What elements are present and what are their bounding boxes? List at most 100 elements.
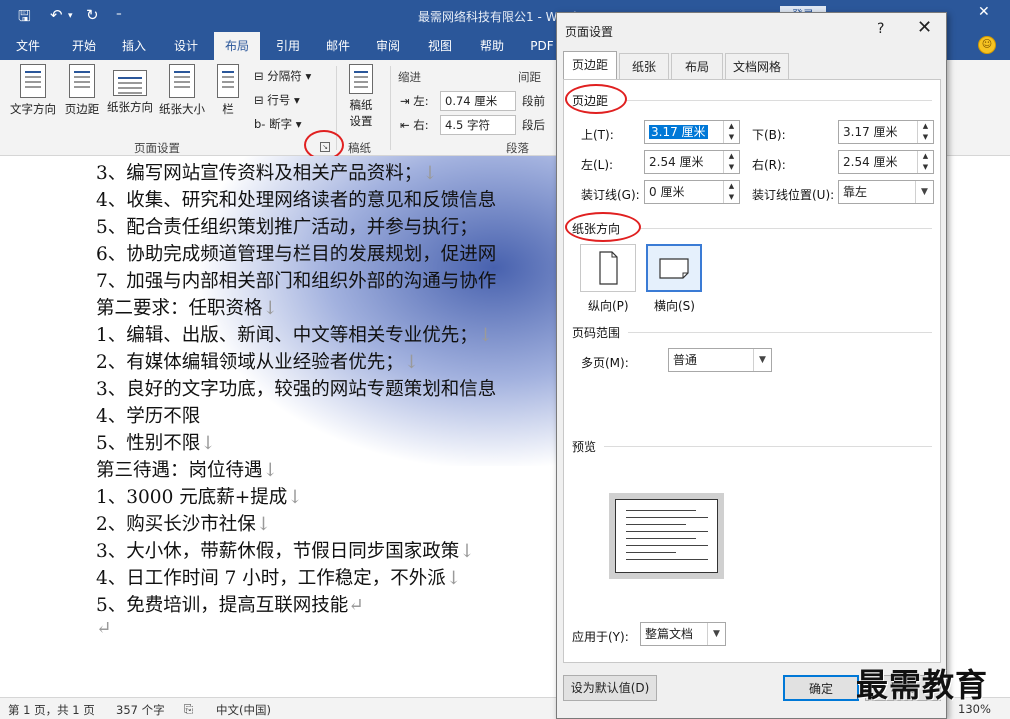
- left-margin-value: 2.54 厘米: [649, 155, 704, 169]
- top-margin-input[interactable]: 3.17 厘米 ▲ ▼: [644, 120, 740, 144]
- gutter-position-value: 靠左: [843, 185, 868, 199]
- tab-document-grid[interactable]: 文档网格: [725, 53, 789, 79]
- ok-button[interactable]: 确定: [783, 675, 859, 701]
- doc-line-text: 1、编辑、出版、新闻、中文等相关专业优先；: [96, 325, 478, 346]
- orientation-button[interactable]: 纸张方向: [104, 64, 156, 115]
- doc-line-text: 2、购买长沙市社保: [96, 514, 256, 535]
- tab-margins[interactable]: 页边距: [563, 51, 617, 80]
- spinner-icon[interactable]: ▲ ▼: [723, 181, 739, 203]
- gutter-value: 0 厘米: [649, 185, 685, 199]
- doc-line-text: 3、良好的文字功底，较强的网站专题策划和信息: [96, 379, 497, 400]
- top-margin-label: 上(T):: [581, 128, 614, 142]
- redo-icon[interactable]: ↻: [86, 6, 99, 24]
- page-count[interactable]: 第 1 页，共 1 页: [8, 702, 95, 718]
- tab-home[interactable]: 开始: [60, 32, 108, 60]
- gutter-position-select[interactable]: 靠左 ▼: [838, 180, 934, 204]
- spinner-icon[interactable]: ▲ ▼: [723, 151, 739, 173]
- doc-line: 4、收集、研究和处理网络读者的意见和反馈信息: [96, 186, 496, 212]
- draft-paper-icon: [349, 64, 373, 94]
- close-icon[interactable]: ✕: [917, 17, 932, 38]
- chevron-down-icon: ▼: [753, 349, 771, 371]
- tab-references[interactable]: 引用: [266, 32, 310, 60]
- indent-title: 缩进: [398, 70, 421, 84]
- indent-right-input[interactable]: 4.5 字符: [440, 115, 516, 135]
- bottom-margin-input[interactable]: 3.17 厘米 ▲ ▼: [838, 120, 934, 144]
- preview-line: [626, 524, 686, 525]
- portrait-label[interactable]: 纵向(P): [588, 297, 629, 314]
- spacing-after-label[interactable]: 段后: [522, 117, 545, 133]
- portrait-option[interactable]: [580, 244, 636, 292]
- doc-line: 第三待遇：岗位待遇↓: [96, 460, 279, 481]
- preview-line: [626, 552, 676, 553]
- tab-mailings[interactable]: 邮件: [316, 32, 360, 60]
- tab-view[interactable]: 视图: [418, 32, 462, 60]
- doc-line: 4、日工作时间 7 小时，工作稳定，不外派↓: [96, 568, 462, 589]
- right-margin-input[interactable]: 2.54 厘米 ▲ ▼: [838, 150, 934, 174]
- spinner-icon[interactable]: ▲ ▼: [917, 151, 933, 173]
- spacing-before-label[interactable]: 段前: [522, 93, 545, 109]
- tab-review[interactable]: 审阅: [366, 32, 410, 60]
- customize-qat-icon[interactable]: ⁼: [116, 9, 122, 22]
- undo-icon[interactable]: ↶: [50, 6, 63, 24]
- draft-paper-button[interactable]: 稿纸设置: [344, 64, 378, 129]
- group-page-setup-label: 页面设置: [134, 141, 180, 155]
- text-direction-button[interactable]: 文字方向: [6, 64, 60, 117]
- tab-insert[interactable]: 插入: [112, 32, 156, 60]
- indent-left-label: ⇥ 左:: [400, 94, 429, 108]
- doc-line-text: 第二要求：任职资格: [96, 298, 263, 319]
- feedback-smiley-icon[interactable]: ☺: [978, 36, 996, 54]
- set-default-button[interactable]: 设为默认值(D): [563, 675, 657, 701]
- spinner-icon[interactable]: ▲ ▼: [917, 121, 933, 143]
- margins-icon: [69, 64, 95, 98]
- tab-design[interactable]: 设计: [164, 32, 208, 60]
- window-close-icon[interactable]: ✕: [978, 4, 990, 20]
- portrait-page-icon: [599, 251, 618, 285]
- separators-button[interactable]: ⊟ 分隔符 ▾: [254, 68, 311, 84]
- bottom-margin-value: 3.17 厘米: [843, 125, 898, 139]
- margins-button[interactable]: 页边距: [62, 64, 102, 117]
- doc-line: 3、良好的文字功底，较强的网站专题策划和信息: [96, 375, 496, 401]
- group-paragraph-label: 段落: [506, 141, 529, 155]
- dialog-title: 页面设置: [565, 25, 614, 39]
- section-pages: 页码范围: [572, 326, 621, 340]
- indent-right-label: ⇤ 右:: [400, 118, 429, 132]
- hyphenation-button[interactable]: b- 断字 ▾: [254, 116, 302, 132]
- tab-layout-dialog[interactable]: 布局: [671, 53, 723, 79]
- save-icon[interactable]: 🖫: [18, 6, 31, 31]
- line-numbers-button[interactable]: ⊟ 行号 ▾: [254, 92, 300, 108]
- size-label: 纸张大小: [159, 102, 205, 116]
- gutter-input[interactable]: 0 厘米 ▲ ▼: [644, 180, 740, 204]
- spinner-icon[interactable]: ▲ ▼: [723, 121, 739, 143]
- language[interactable]: 中文(中国): [216, 702, 271, 718]
- highlight-circle: [565, 212, 641, 242]
- doc-line-text: 5、性别不限: [96, 433, 201, 454]
- divider: [626, 100, 932, 101]
- doc-line: 1、3000 元底薪+提成↓: [96, 487, 303, 508]
- proofing-icon[interactable]: ⎘: [184, 702, 193, 717]
- tab-paper[interactable]: 纸张: [619, 53, 669, 79]
- word-count[interactable]: 357 个字: [116, 702, 165, 718]
- doc-line-text: 7、加强与内部相关部门和组织外部的沟通与协作: [96, 271, 497, 292]
- tab-help[interactable]: 帮助: [470, 32, 514, 60]
- doc-line-text: 2、有媒体编辑领域从业经验者优先；: [96, 352, 404, 373]
- doc-line: 5、性别不限↓: [96, 433, 216, 454]
- columns-button[interactable]: 栏: [214, 64, 242, 117]
- tab-file[interactable]: 文件: [6, 32, 50, 60]
- tab-layout[interactable]: 布局: [214, 32, 260, 60]
- landscape-label[interactable]: 横向(S): [654, 297, 695, 314]
- highlight-circle: [565, 84, 627, 114]
- undo-dropdown-icon[interactable]: ▾: [68, 11, 73, 21]
- doc-line-text: 3、编写网站宣传资料及相关产品资料；: [96, 163, 423, 184]
- spacing-title: 间距: [518, 70, 541, 84]
- size-button[interactable]: 纸张大小: [156, 64, 208, 117]
- left-margin-input[interactable]: 2.54 厘米 ▲ ▼: [644, 150, 740, 174]
- hyphenation-label: 断字: [269, 117, 293, 131]
- apply-to-select[interactable]: 整篇文档 ▼: [640, 622, 726, 646]
- doc-line: ↵: [96, 618, 112, 639]
- indent-left-input[interactable]: 0.74 厘米: [440, 91, 516, 111]
- landscape-option[interactable]: [646, 244, 702, 292]
- multiple-pages-value: 普通: [673, 353, 698, 367]
- multiple-pages-select[interactable]: 普通 ▼: [668, 348, 772, 372]
- help-icon[interactable]: ?: [877, 21, 884, 37]
- page-setup-dialog: 页面设置 ? ✕ 页边距 纸张 布局 文档网格 页边距 上(T): 3.17 厘…: [556, 12, 947, 719]
